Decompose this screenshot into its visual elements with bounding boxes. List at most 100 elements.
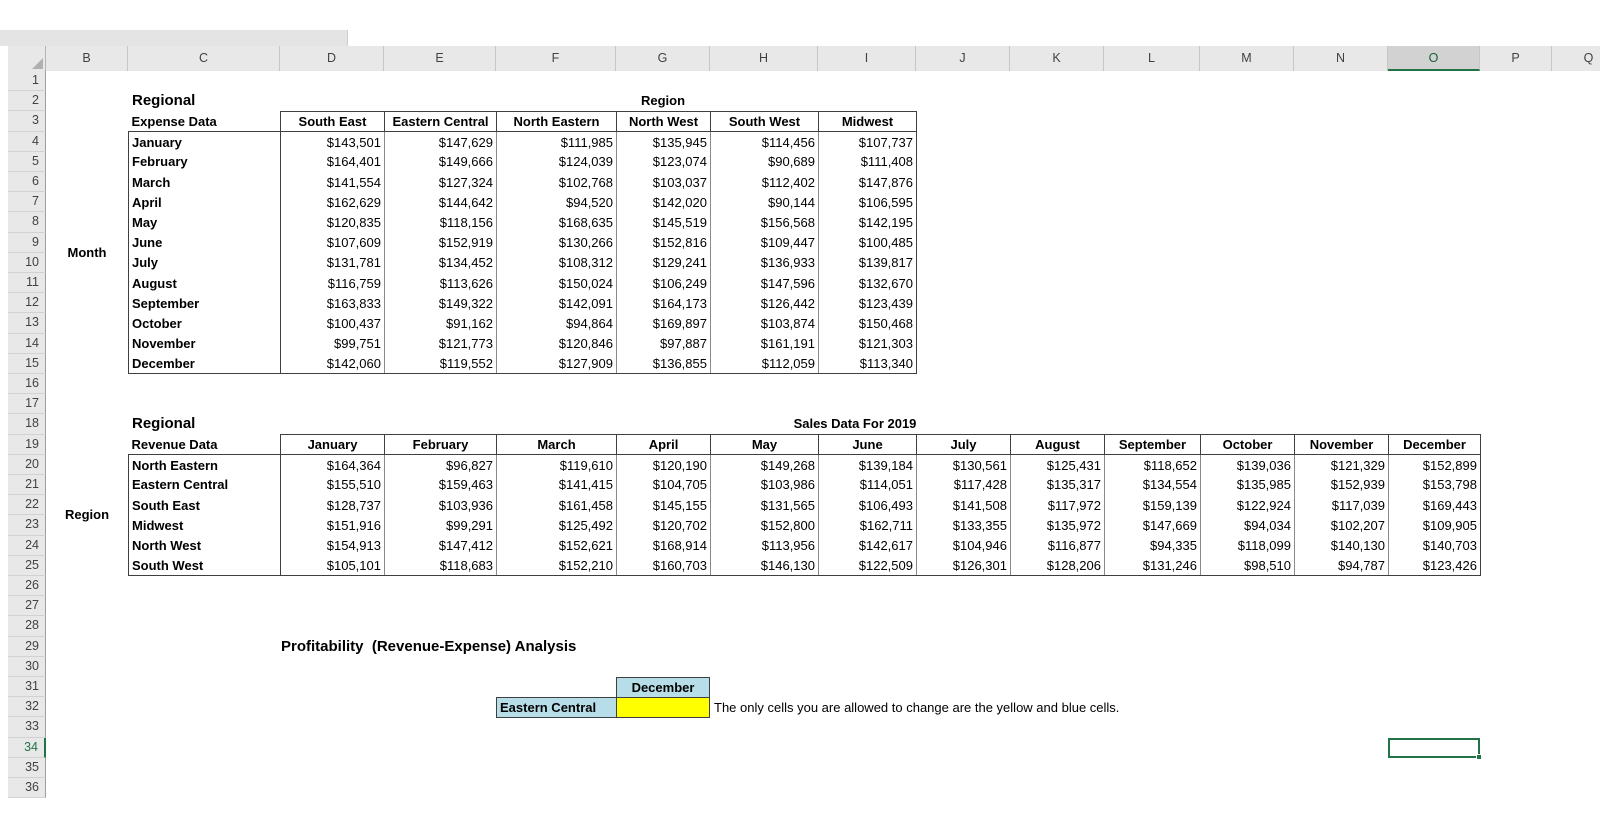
- value-cell[interactable]: $116,877: [1010, 535, 1105, 556]
- value-cell[interactable]: $102,768: [496, 172, 617, 193]
- value-cell[interactable]: $153,798: [1388, 474, 1481, 496]
- value-cell[interactable]: $117,428: [916, 474, 1011, 496]
- value-cell[interactable]: $142,195: [818, 212, 917, 233]
- column-header-cell[interactable]: August: [1010, 433, 1105, 456]
- row-header-25[interactable]: 25: [8, 555, 46, 576]
- row-header-21[interactable]: 21: [8, 475, 46, 496]
- value-cell[interactable]: $152,899: [1388, 454, 1481, 475]
- value-cell[interactable]: $139,817: [818, 252, 917, 273]
- row-header-17[interactable]: 17: [8, 394, 46, 415]
- value-cell[interactable]: $129,241: [616, 252, 711, 273]
- row-label-cell[interactable]: North West: [128, 535, 281, 556]
- value-cell[interactable]: $123,439: [818, 293, 917, 314]
- value-cell[interactable]: $147,669: [1104, 515, 1201, 536]
- row-header-36[interactable]: 36: [8, 778, 46, 799]
- value-cell[interactable]: $143,501: [280, 131, 385, 152]
- value-cell[interactable]: $139,036: [1200, 454, 1295, 475]
- value-cell[interactable]: $168,635: [496, 212, 617, 233]
- value-cell[interactable]: $121,329: [1294, 454, 1389, 475]
- row-header-3[interactable]: 3: [8, 111, 46, 132]
- column-header-J[interactable]: J: [916, 46, 1010, 71]
- revenue-table-banner[interactable]: Sales Data For 2019: [705, 414, 1005, 434]
- value-cell[interactable]: $91,162: [384, 313, 497, 334]
- expense-table-side-label[interactable]: Month: [46, 243, 128, 263]
- value-cell[interactable]: $109,905: [1388, 515, 1481, 536]
- value-cell[interactable]: $94,335: [1104, 535, 1201, 556]
- value-cell[interactable]: $136,933: [710, 252, 819, 273]
- column-header-cell[interactable]: May: [710, 433, 819, 456]
- fill-handle[interactable]: [1476, 754, 1482, 760]
- value-cell[interactable]: $130,266: [496, 232, 617, 253]
- column-header-cell[interactable]: March: [496, 433, 617, 456]
- value-cell[interactable]: $118,652: [1104, 454, 1201, 475]
- value-cell[interactable]: $120,190: [616, 454, 711, 475]
- row-header-2[interactable]: 2: [8, 91, 46, 112]
- value-cell[interactable]: $119,610: [496, 454, 617, 475]
- value-cell[interactable]: $134,452: [384, 252, 497, 273]
- value-cell[interactable]: $164,364: [280, 454, 385, 475]
- row-label-cell[interactable]: April: [128, 192, 281, 213]
- value-cell[interactable]: $120,702: [616, 515, 711, 536]
- value-cell[interactable]: $131,246: [1104, 555, 1201, 577]
- row-header-14[interactable]: 14: [8, 333, 46, 354]
- value-cell[interactable]: $149,268: [710, 454, 819, 475]
- column-header-cell[interactable]: North Eastern: [496, 110, 617, 133]
- row-label-cell[interactable]: March: [128, 172, 281, 193]
- value-cell[interactable]: $116,759: [280, 273, 385, 294]
- value-cell[interactable]: $114,456: [710, 131, 819, 152]
- table-title-cell[interactable]: Expense Data: [129, 112, 281, 132]
- column-header-E[interactable]: E: [384, 46, 496, 71]
- value-cell[interactable]: $97,887: [616, 333, 711, 354]
- column-header-cell[interactable]: Midwest: [818, 110, 917, 133]
- row-label-cell[interactable]: May: [128, 212, 281, 233]
- value-cell[interactable]: $99,291: [384, 515, 497, 536]
- row-label-cell[interactable]: July: [128, 252, 281, 273]
- value-cell[interactable]: $161,191: [710, 333, 819, 354]
- value-cell[interactable]: $94,787: [1294, 555, 1389, 577]
- value-cell[interactable]: $142,020: [616, 192, 711, 213]
- row-header-28[interactable]: 28: [8, 616, 46, 637]
- value-cell[interactable]: $161,458: [496, 495, 617, 516]
- column-header-cell[interactable]: July: [916, 433, 1011, 456]
- value-cell[interactable]: $99,751: [280, 333, 385, 354]
- analysis-month-cell[interactable]: December: [616, 677, 710, 698]
- value-cell[interactable]: $141,415: [496, 474, 617, 496]
- value-cell[interactable]: $103,874: [710, 313, 819, 334]
- row-header-13[interactable]: 13: [8, 313, 46, 334]
- value-cell[interactable]: $120,846: [496, 333, 617, 354]
- value-cell[interactable]: $111,408: [818, 151, 917, 173]
- value-cell[interactable]: $141,554: [280, 172, 385, 193]
- column-header-cell[interactable]: January: [280, 433, 385, 456]
- analysis-region-cell[interactable]: Eastern Central: [496, 697, 617, 718]
- column-header-cell[interactable]: June: [818, 433, 917, 456]
- value-cell[interactable]: $152,621: [496, 535, 617, 556]
- value-cell[interactable]: $147,629: [384, 131, 497, 152]
- column-header-B[interactable]: B: [46, 46, 128, 71]
- value-cell[interactable]: $159,139: [1104, 495, 1201, 516]
- column-header-H[interactable]: H: [710, 46, 818, 71]
- row-label-cell[interactable]: June: [128, 232, 281, 253]
- value-cell[interactable]: $125,431: [1010, 454, 1105, 475]
- value-cell[interactable]: $135,972: [1010, 515, 1105, 536]
- value-cell[interactable]: $96,827: [384, 454, 497, 475]
- column-header-I[interactable]: I: [818, 46, 916, 71]
- value-cell[interactable]: $119,552: [384, 353, 497, 375]
- value-cell[interactable]: $145,155: [616, 495, 711, 516]
- row-header-7[interactable]: 7: [8, 192, 46, 213]
- row-header-22[interactable]: 22: [8, 495, 46, 516]
- value-cell[interactable]: $113,956: [710, 535, 819, 556]
- value-cell[interactable]: $162,629: [280, 192, 385, 213]
- value-cell[interactable]: $147,596: [710, 273, 819, 294]
- value-cell[interactable]: $151,916: [280, 515, 385, 536]
- column-header-cell[interactable]: South West: [710, 110, 819, 133]
- value-cell[interactable]: $152,800: [710, 515, 819, 536]
- value-cell[interactable]: $131,565: [710, 495, 819, 516]
- revenue-table-title-top[interactable]: Regional: [132, 414, 195, 434]
- value-cell[interactable]: $141,508: [916, 495, 1011, 516]
- value-cell[interactable]: $142,091: [496, 293, 617, 314]
- value-cell[interactable]: $117,039: [1294, 495, 1389, 516]
- value-cell[interactable]: $142,617: [818, 535, 917, 556]
- value-cell[interactable]: $131,781: [280, 252, 385, 273]
- value-cell[interactable]: $139,184: [818, 454, 917, 475]
- table-title-cell[interactable]: Revenue Data: [129, 435, 281, 455]
